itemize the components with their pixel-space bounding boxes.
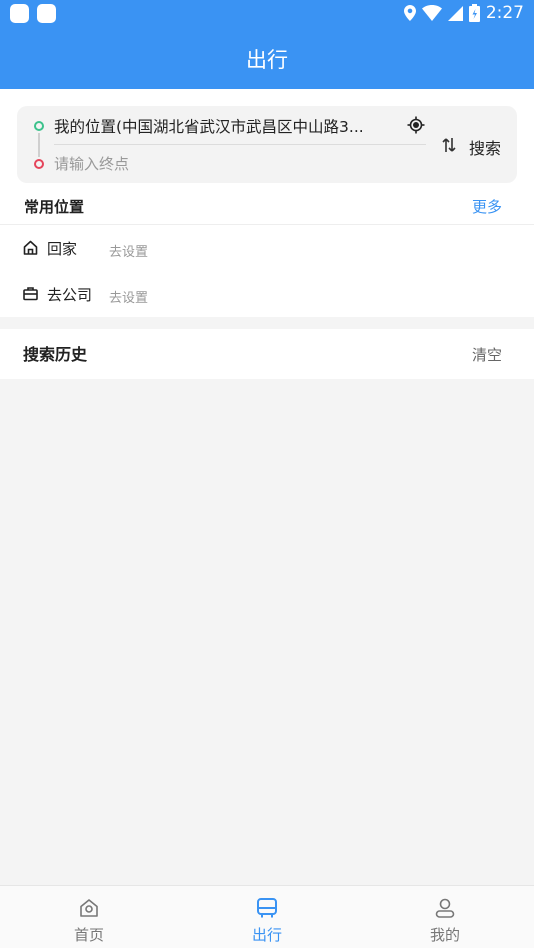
- start-point-icon: [34, 121, 44, 131]
- tab-label: 我的: [429, 926, 460, 944]
- location-pin-icon: [403, 5, 416, 21]
- home-icon: [80, 899, 98, 917]
- tab-label: 出行: [251, 926, 282, 944]
- wifi-icon: [421, 5, 442, 21]
- app-bar: 出行: [0, 28, 534, 89]
- page-title: 出行: [246, 47, 288, 72]
- battery-icon: [468, 4, 480, 22]
- place-item-company[interactable]: 去公司 去设置: [0, 271, 534, 317]
- route-search-card: 我的位置(中国湖北省武汉市武昌区中山路3... 搜索: [17, 106, 517, 183]
- search-button[interactable]: 搜索: [469, 135, 501, 159]
- tab-label: 首页: [73, 926, 104, 944]
- common-places-header: 常用位置 更多: [0, 188, 534, 225]
- notification-icon: [10, 4, 29, 23]
- more-link[interactable]: 更多: [472, 196, 502, 217]
- status-indicators: 2:27: [403, 3, 524, 23]
- clear-history-button[interactable]: 清空: [472, 344, 502, 365]
- search-history-header: 搜索历史 清空: [0, 329, 534, 379]
- common-places-list: 回家 去设置 去公司 去设置: [0, 225, 534, 317]
- section-title: 常用位置: [24, 198, 85, 216]
- place-name: 去公司: [47, 286, 93, 304]
- place-name: 回家: [47, 240, 78, 258]
- bus-icon: [257, 898, 277, 918]
- place-item-home[interactable]: 回家 去设置: [0, 225, 534, 271]
- home-icon: [23, 240, 38, 255]
- cell-signal-icon: [447, 5, 463, 21]
- set-place-link[interactable]: 去设置: [109, 241, 148, 260]
- destination-input[interactable]: [54, 152, 384, 176]
- end-point-icon: [34, 159, 44, 169]
- notification-icons: [10, 4, 56, 23]
- swap-icon[interactable]: [441, 135, 457, 155]
- field-divider: [54, 144, 426, 145]
- person-icon: [435, 898, 455, 918]
- notification-icon: [37, 4, 56, 23]
- status-bar: 2:27: [0, 0, 534, 28]
- section-title: 搜索历史: [23, 345, 88, 364]
- tab-home[interactable]: 首页: [0, 886, 178, 948]
- tab-mine[interactable]: 我的: [356, 886, 534, 948]
- tab-travel[interactable]: 出行: [178, 886, 356, 948]
- briefcase-icon: [23, 287, 38, 301]
- route-connector-line: [38, 133, 40, 157]
- set-place-link[interactable]: 去设置: [109, 287, 148, 306]
- route-search-panel: 我的位置(中国湖北省武汉市武昌区中山路3... 搜索: [0, 89, 534, 188]
- start-location-field[interactable]: 我的位置(中国湖北省武汉市武昌区中山路3...: [54, 115, 389, 137]
- locate-me-icon[interactable]: [407, 116, 425, 134]
- clock: 2:27: [485, 3, 524, 23]
- bottom-navigation: 首页 出行 我的: [0, 885, 534, 948]
